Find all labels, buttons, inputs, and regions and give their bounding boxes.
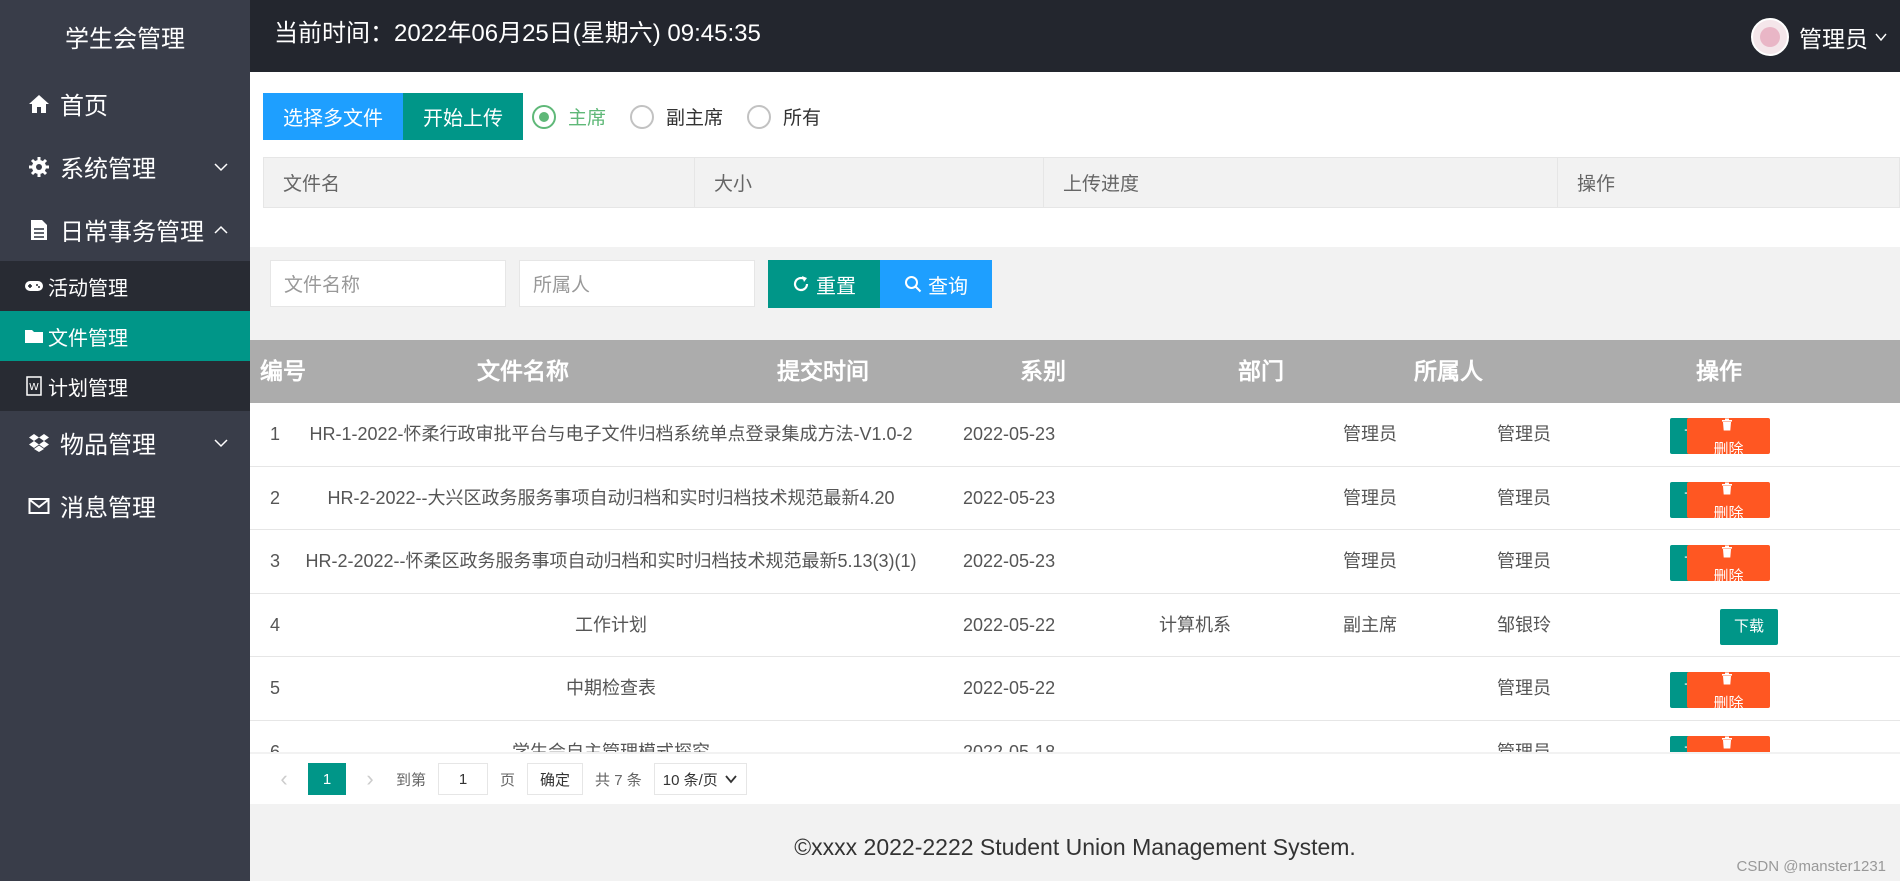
table-row: 1 HR-1-2022-怀柔行政审批平台与电子文件归档系统单点登录集成方法-V1… <box>250 403 1900 467</box>
page-size-select[interactable]: 10 条/页 <box>653 763 747 795</box>
home-icon <box>28 93 50 115</box>
query-button[interactable]: 查询 <box>880 260 992 308</box>
prev-page-icon[interactable]: ‹ <box>270 766 298 792</box>
next-page-icon[interactable]: › <box>356 766 384 792</box>
delete-button[interactable]: 删除 <box>1687 672 1770 712</box>
th-owner: 所属人 <box>1414 358 1483 384</box>
th-id: 编号 <box>260 358 306 384</box>
col-actions: 操作 <box>1557 157 1900 208</box>
svg-text:W: W <box>29 382 39 393</box>
user-menu[interactable]: 管理员 <box>1751 18 1888 56</box>
owner-search-input[interactable]: 所属人 <box>519 260 755 307</box>
start-upload-button[interactable]: 开始上传 <box>403 93 523 140</box>
goto-label: 到第 <box>396 771 427 789</box>
watermark: CSDN @manster1231 <box>1736 858 1886 875</box>
sub-label-plan: 计划管理 <box>48 377 128 400</box>
subnav-daily: 活动管理 文件管理 W 计划管理 <box>0 261 250 411</box>
total-count: 共 7 条 <box>595 771 642 789</box>
sub-label-files: 文件管理 <box>48 327 128 350</box>
nav-label-messages: 消息管理 <box>60 495 156 522</box>
page-label: 页 <box>500 771 516 789</box>
sub-label-activity: 活动管理 <box>48 277 128 300</box>
nav-label-system: 系统管理 <box>60 156 156 183</box>
document-icon <box>28 219 50 241</box>
goto-confirm-button[interactable]: 确定 <box>527 763 584 795</box>
nav-item-home[interactable]: 首页 <box>0 72 250 135</box>
table-row: 5 中期检查表 2022-05-22 管理员 下载 删除 <box>250 657 1900 721</box>
radio-chairman[interactable]: 主席 <box>532 103 606 130</box>
upload-panel: 选择多文件 开始上传 主席 副主席 所有 文件名 大小 上传进度 操作 <box>250 72 1900 247</box>
nav-item-messages[interactable]: 消息管理 <box>0 474 250 537</box>
nav-item-system[interactable]: 系统管理 <box>0 135 250 198</box>
chevron-down-icon <box>214 162 228 171</box>
chevron-down-icon <box>1875 33 1887 42</box>
main-content: 选择多文件 开始上传 主席 副主席 所有 文件名 大小 上传进度 操作 文件名称… <box>250 72 1900 881</box>
table-row: 4 工作计划 2022-05-22 计算机系 副主席 邹银玲 下载 <box>250 594 1900 657</box>
nav-label-home: 首页 <box>60 93 108 120</box>
pagination: ‹ 1 › 到第 1 页 确定 共 7 条 10 条/页 <box>250 754 1900 804</box>
reset-button[interactable]: 重置 <box>768 260 880 308</box>
table-header: 编号 文件名称 提交时间 系别 部门 所属人 操作 <box>250 340 1900 403</box>
th-actions: 操作 <box>1696 358 1742 384</box>
role-radio-group: 主席 副主席 所有 <box>532 93 845 140</box>
envelope-icon <box>28 495 50 517</box>
download-button[interactable]: 下载 <box>1720 608 1778 645</box>
refresh-icon <box>792 275 810 293</box>
table-row: 2 HR-2-2022--大兴区政务服务事项自动归档和实时归档技术规范最新4.2… <box>250 467 1900 530</box>
search-icon <box>904 275 922 293</box>
th-department: 部门 <box>1238 358 1284 384</box>
header: 当前时间：2022年06月25日(星期六) 09:45:35 管理员 <box>250 0 1900 72</box>
avatar <box>1751 18 1789 56</box>
th-date: 提交时间 <box>777 358 869 384</box>
search-bar: 文件名称 所属人 重置 查询 <box>270 260 992 308</box>
nav-item-daily[interactable]: 日常事务管理 <box>0 198 250 261</box>
delete-button[interactable]: 删除 <box>1687 545 1770 585</box>
th-department-system: 系别 <box>1020 358 1066 384</box>
nav-item-goods[interactable]: 物品管理 <box>0 411 250 474</box>
delete-button[interactable]: 删除 <box>1687 418 1770 458</box>
delete-button[interactable]: 删除 <box>1687 481 1770 522</box>
sub-item-plan[interactable]: W 计划管理 <box>0 361 250 411</box>
gear-icon <box>28 156 50 178</box>
page-1-button[interactable]: 1 <box>308 763 346 795</box>
word-file-icon: W <box>24 376 44 396</box>
chevron-down-icon <box>725 775 737 784</box>
gamepad-icon <box>24 276 44 296</box>
radio-all[interactable]: 所有 <box>747 103 821 130</box>
files-table: 编号 文件名称 提交时间 系别 部门 所属人 操作 1 HR-1-2022-怀柔… <box>250 340 1900 752</box>
sub-item-files[interactable]: 文件管理 <box>0 311 250 361</box>
th-name: 文件名称 <box>477 358 569 384</box>
table-row: 3 HR-2-2022--怀柔区政务服务事项自动归档和实时归档技术规范最新5.1… <box>250 530 1900 594</box>
chevron-up-icon <box>214 225 228 234</box>
current-time: 当前时间：2022年06月25日(星期六) 09:45:35 <box>274 20 761 47</box>
table-row: 6 学生会自主管理模式探究 2022-05-18 管理员 下载 删除 <box>250 721 1900 752</box>
chevron-down-icon <box>214 438 228 447</box>
radio-vice-chairman[interactable]: 副主席 <box>630 103 723 130</box>
user-name: 管理员 <box>1799 26 1868 52</box>
file-name-search-input[interactable]: 文件名称 <box>270 260 506 307</box>
brand-title: 学生会管理 <box>0 0 250 72</box>
footer-copyright: ©xxxx 2022-2222 Student Union Management… <box>794 834 1356 860</box>
upload-queue-table: 文件名 大小 上传进度 操作 <box>263 157 1900 208</box>
col-size: 大小 <box>694 157 1044 208</box>
sidebar: 学生会管理 首页 系统管理 日常事务管理 活动管理 文件管理 W 计划管理 物品… <box>0 0 250 881</box>
delete-button[interactable]: 删除 <box>1687 735 1770 752</box>
col-file-name: 文件名 <box>263 157 695 208</box>
folder-icon <box>24 326 44 346</box>
select-files-button[interactable]: 选择多文件 <box>263 93 403 140</box>
sub-item-activity[interactable]: 活动管理 <box>0 261 250 311</box>
page-number-input[interactable]: 1 <box>438 763 489 795</box>
dropbox-icon <box>28 432 50 454</box>
nav-label-goods: 物品管理 <box>60 432 156 459</box>
nav-label-daily: 日常事务管理 <box>60 219 204 246</box>
col-progress: 上传进度 <box>1043 157 1558 208</box>
